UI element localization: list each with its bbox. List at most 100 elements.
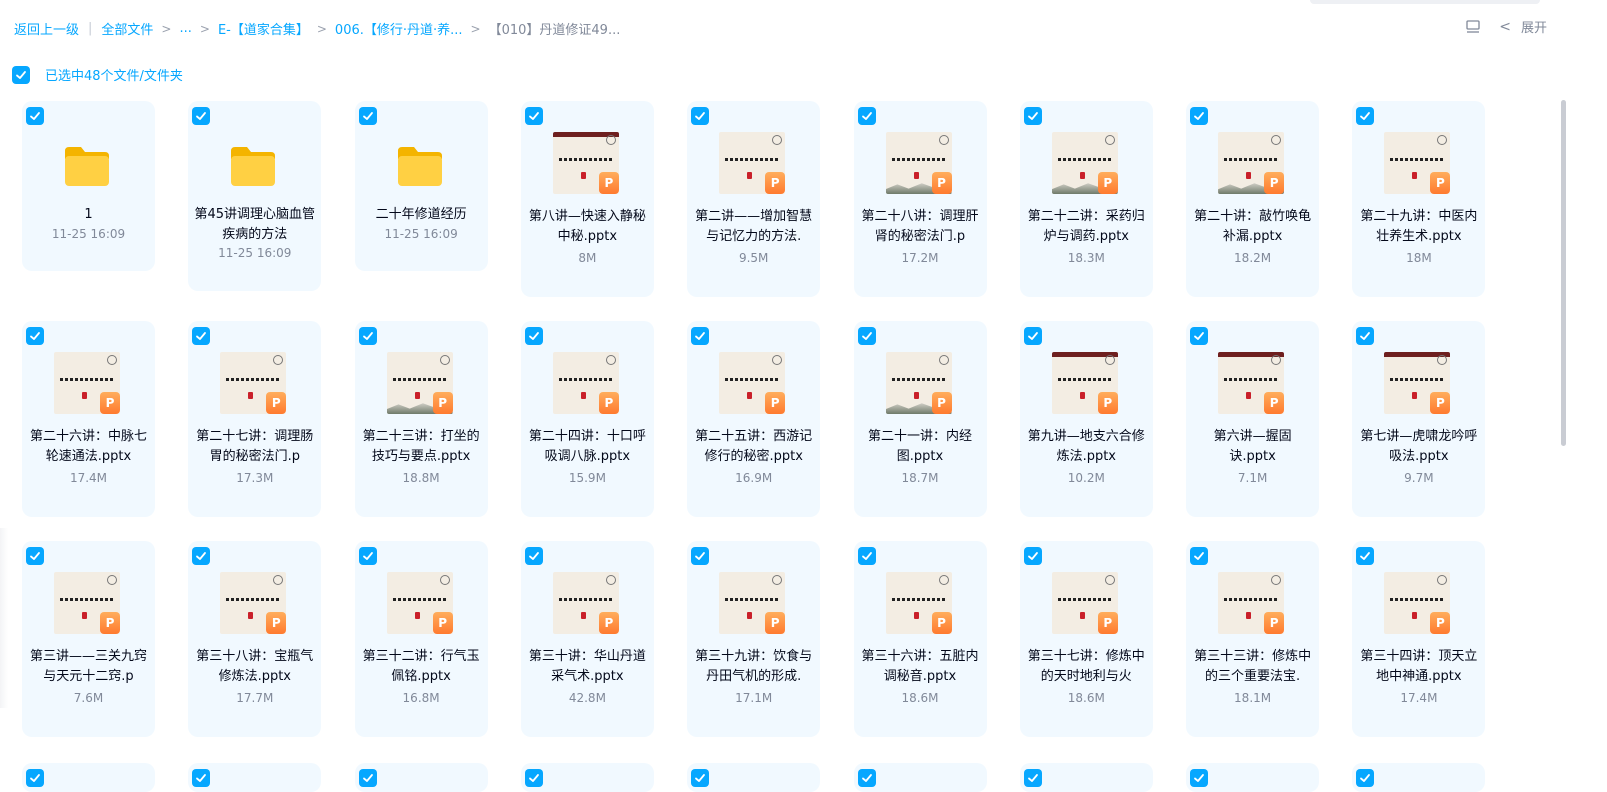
file-card[interactable]: P 第二十讲：敲竹唤龟补漏.pptx 18.2M	[1186, 101, 1320, 297]
item-checkbox[interactable]	[1190, 769, 1209, 787]
item-checkbox[interactable]	[26, 107, 44, 125]
slide-seal	[1079, 612, 1085, 619]
file-card[interactable]: P 第二十八讲：调理肝肾的秘密法门.p 17.2M	[853, 101, 987, 297]
item-checkbox[interactable]	[1356, 107, 1375, 125]
item-checkbox[interactable]	[524, 327, 543, 345]
item-checkbox[interactable]	[1023, 547, 1042, 565]
file-card[interactable]	[22, 763, 155, 792]
item-checkbox[interactable]	[691, 327, 710, 345]
file-card[interactable]	[188, 763, 322, 792]
file-card[interactable]: P 第二十九讲：中医内壮养生术.pptx 18M	[1352, 101, 1486, 297]
item-checkbox[interactable]	[192, 547, 211, 565]
slide-seal	[747, 392, 753, 399]
item-checkbox[interactable]	[857, 107, 876, 125]
file-size: 18.8M	[402, 471, 440, 485]
breadcrumb-all-files[interactable]: 全部文件	[101, 19, 153, 38]
file-name: 第九讲—地支六合修炼法.pptx	[1027, 429, 1145, 464]
item-checkbox[interactable]	[26, 547, 44, 565]
file-card[interactable]: P 第三十二讲：行气玉佩铭.pptx 16.8M	[354, 541, 488, 737]
file-card[interactable]	[687, 763, 821, 792]
file-card[interactable]	[1019, 763, 1153, 792]
file-size: 7.6M	[73, 691, 104, 705]
file-card[interactable]: P 第二十五讲：西游记修行的秘密.pptx 16.9M	[687, 321, 821, 517]
item-checkbox[interactable]	[192, 107, 211, 125]
file-card[interactable]: P 第三十六讲：五脏内调秘音.pptx 18.6M	[853, 541, 987, 737]
item-checkbox[interactable]	[524, 107, 543, 125]
breadcrumb-folder-xiuxing[interactable]: 006.【修行·丹道·养...	[335, 19, 463, 38]
file-card[interactable]: P 第三十九讲：饮食与丹田气机的形成. 17.1M	[687, 541, 821, 737]
slide-ornament	[1271, 135, 1282, 145]
folder-icon	[396, 145, 444, 187]
file-card[interactable]: P 第八讲—快速入静秘中秘.pptx 8M	[520, 101, 654, 297]
file-name: 第二十五讲：西游记修行的秘密.pptx	[695, 429, 813, 464]
file-card[interactable]: P 第三十三讲：修炼中的三个重要法宝. 18.1M	[1186, 541, 1320, 737]
ppt-thumbnail: P	[386, 572, 453, 638]
back-link[interactable]: 返回上一级	[14, 19, 79, 38]
item-checkbox[interactable]	[26, 327, 44, 345]
breadcrumb-ellipsis[interactable]: ...	[179, 21, 191, 36]
slide-seal	[1246, 612, 1252, 619]
file-card[interactable]: P 第二十一讲：内经图.pptx 18.7M	[853, 321, 987, 517]
ppt-file-icon: P	[1097, 392, 1118, 414]
file-card[interactable]	[520, 763, 654, 792]
item-checkbox[interactable]	[691, 769, 710, 787]
file-card[interactable]: P 第三讲——三关九窍与天元十二窍.p 7.6M	[22, 541, 155, 737]
ppt-file-icon: P	[432, 392, 453, 414]
item-checkbox[interactable]	[1190, 547, 1209, 565]
file-card[interactable]: P 第二十四讲：十口呼吸调八脉.pptx 15.9M	[520, 321, 654, 517]
ppt-file-icon: P	[1430, 612, 1451, 634]
file-card[interactable]	[354, 763, 488, 792]
file-card[interactable]: P 第二十二讲：采药归炉与调药.pptx 18.3M	[1019, 101, 1153, 297]
item-checkbox[interactable]	[857, 769, 876, 787]
item-checkbox[interactable]	[358, 769, 377, 787]
item-checkbox[interactable]	[857, 327, 876, 345]
item-checkbox[interactable]	[1190, 327, 1209, 345]
item-checkbox[interactable]	[358, 547, 377, 565]
file-card[interactable]: P 第二十七讲：调理肠胃的秘密法门.p 17.3M	[188, 321, 322, 517]
file-card[interactable]: P 第七讲—虎啸龙吟呼吸法.pptx 9.7M	[1352, 321, 1486, 517]
item-checkbox[interactable]	[1023, 107, 1042, 125]
folder-card[interactable]: 1 11-25 16:09	[22, 101, 155, 271]
item-checkbox[interactable]	[524, 769, 543, 787]
file-card[interactable]: P 第二十六讲：中脉七轮速通法.pptx 17.4M	[22, 321, 155, 517]
item-checkbox[interactable]	[1356, 327, 1375, 345]
ppt-file-icon: P	[598, 172, 619, 194]
item-checkbox[interactable]	[192, 327, 211, 345]
folder-card[interactable]: 二十年修道经历 11-25 16:09	[354, 101, 488, 271]
item-checkbox[interactable]	[1023, 327, 1042, 345]
slide-ornament	[1104, 355, 1115, 365]
file-card[interactable]: P 第二讲——增加智慧与记忆力的方法. 9.5M	[687, 101, 821, 297]
file-card[interactable]: P 第三十四讲：顶天立地中神通.pptx 17.4M	[1352, 541, 1486, 737]
item-checkbox[interactable]	[857, 547, 876, 565]
file-card[interactable]	[1186, 763, 1320, 792]
file-name: 第八讲—快速入静秘中秘.pptx	[528, 209, 646, 244]
item-checkbox[interactable]	[1190, 107, 1209, 125]
item-checkbox[interactable]	[358, 327, 377, 345]
file-card[interactable]: P 第九讲—地支六合修炼法.pptx 10.2M	[1019, 321, 1153, 517]
file-card[interactable]	[1352, 763, 1486, 792]
file-name: 第三十四讲：顶天立地中神通.pptx	[1360, 649, 1478, 684]
item-checkbox[interactable]	[192, 769, 211, 787]
item-checkbox[interactable]	[26, 769, 44, 787]
item-checkbox[interactable]	[1356, 547, 1375, 565]
item-checkbox[interactable]	[691, 547, 710, 565]
item-checkbox[interactable]	[358, 107, 377, 125]
file-card[interactable]: P 第三十八讲：宝瓶气修炼法.pptx 17.7M	[188, 541, 322, 737]
file-card[interactable]: P 第三十七讲：修炼中的天时地利与火 18.6M	[1019, 541, 1153, 737]
file-card[interactable]: P 第六讲—握固诀.pptx 7.1M	[1186, 321, 1320, 517]
item-checkbox[interactable]	[1356, 769, 1375, 787]
vertical-scrollbar[interactable]	[1561, 100, 1566, 446]
breadcrumb-folder-daojia[interactable]: E-【道家合集】	[218, 19, 309, 38]
expand-button[interactable]: < 展开	[1499, 17, 1547, 37]
file-card[interactable]: P 第三十讲：华山丹道采气术.pptx 42.8M	[520, 541, 654, 737]
view-mode-icon[interactable]	[1465, 19, 1481, 35]
item-checkbox[interactable]	[691, 107, 710, 125]
file-card[interactable]	[853, 763, 987, 792]
item-checkbox[interactable]	[1023, 769, 1042, 787]
file-name: 第六讲—握固诀.pptx	[1213, 429, 1292, 464]
item-checkbox[interactable]	[524, 547, 543, 565]
folder-card[interactable]: 第45讲调理心脑血管疾病的方法 11-25 16:09	[188, 101, 322, 291]
file-card[interactable]: P 第二十三讲：打坐的技巧与要点.pptx 18.8M	[354, 321, 488, 517]
ppt-thumbnail: P	[1051, 572, 1118, 638]
select-all-checkbox[interactable]	[12, 65, 30, 84]
